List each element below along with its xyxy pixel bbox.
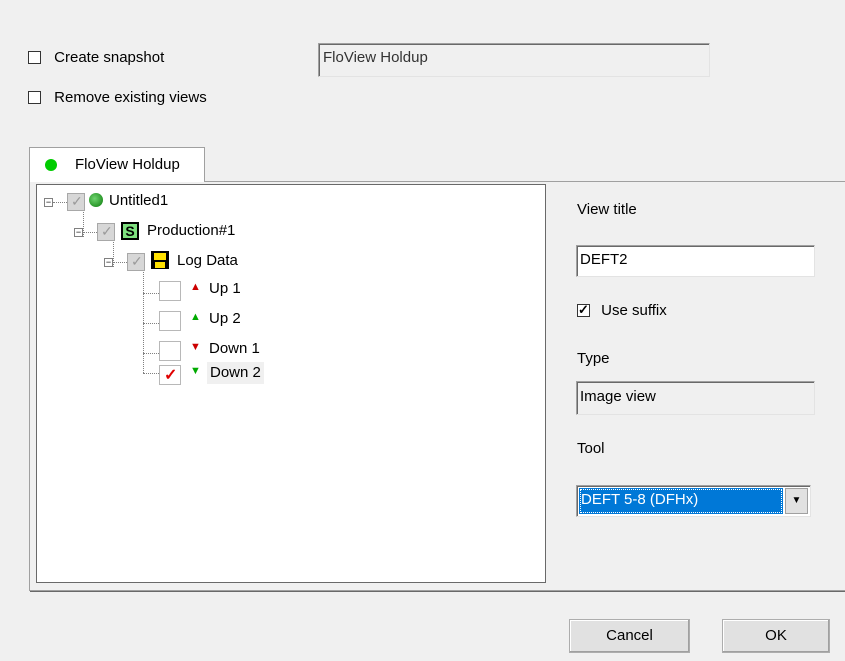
tree-view[interactable]: − ✓ Untitled1 − ✓ S Production#1 − ✓ Log… <box>36 184 546 583</box>
tab-floview-holdup[interactable]: FloView Holdup <box>29 147 205 182</box>
s-box-icon: S <box>121 222 139 240</box>
create-snapshot-option[interactable]: Create snapshot <box>28 49 164 66</box>
tree-item-untitled1[interactable]: Untitled1 <box>109 190 168 212</box>
remove-existing-views-label: Remove existing views <box>54 89 207 106</box>
view-title-input[interactable]: DEFT2 <box>576 245 815 277</box>
tree-item-label: Production#1 <box>147 222 236 239</box>
tree-item-label: Up 1 <box>209 280 241 297</box>
remove-existing-views-option[interactable]: Remove existing views <box>28 89 207 106</box>
tool-selected: DEFT 5-8 (DFHx) <box>579 488 783 514</box>
tree-checkbox-up2[interactable] <box>159 311 181 331</box>
tree-checkbox-production[interactable]: ✓ <box>97 223 115 241</box>
type-label: Type <box>577 350 610 367</box>
tree-item-label: Down 1 <box>209 340 260 357</box>
tree-item-production[interactable]: Production#1 <box>147 220 235 242</box>
create-snapshot-checkbox[interactable] <box>28 51 41 64</box>
tree-item-label: Down 2 <box>210 364 261 381</box>
type-value: Image view <box>580 388 656 405</box>
tree-item-label: Up 2 <box>209 310 241 327</box>
globe-icon <box>89 193 103 207</box>
tree-item-down2[interactable]: Down 2 <box>207 362 264 384</box>
status-dot-icon <box>45 159 57 171</box>
collapse-root-icon[interactable]: − <box>44 198 53 207</box>
cancel-button[interactable]: Cancel <box>569 619 690 653</box>
checkmark-icon: ✓ <box>164 367 178 384</box>
tree-item-up1[interactable]: Up 1 <box>209 278 241 300</box>
remove-existing-views-checkbox[interactable] <box>28 91 41 104</box>
tree-checkbox-up1[interactable] <box>159 281 181 301</box>
snapshot-name-field: FloView Holdup <box>318 43 710 77</box>
use-suffix-label: Use suffix <box>601 302 667 319</box>
view-title-label: View title <box>577 201 637 218</box>
tree-item-down1[interactable]: Down 1 <box>209 338 260 360</box>
type-field: Image view <box>576 381 815 415</box>
arrow-down-icon: ▼ <box>190 341 201 353</box>
tool-dropdown[interactable]: DEFT 5-8 (DFHx) ▼ <box>576 485 811 517</box>
arrow-up-icon: ▲ <box>190 311 201 323</box>
tree-item-label: Untitled1 <box>109 192 169 209</box>
chevron-down-icon[interactable]: ▼ <box>785 488 808 514</box>
tree-item-up2[interactable]: Up 2 <box>209 308 241 330</box>
arrow-down-icon: ▼ <box>190 365 201 377</box>
tree-item-label: Log Data <box>177 252 238 269</box>
tree-checkbox-down2[interactable]: ✓ <box>159 365 181 385</box>
floppy-disk-icon <box>151 251 169 269</box>
tree-item-logdata[interactable]: Log Data <box>177 250 238 272</box>
view-title-value: DEFT2 <box>580 251 628 268</box>
tool-label: Tool <box>577 440 605 457</box>
use-suffix-checkbox[interactable]: ✓ <box>577 302 590 317</box>
collapse-logdata-icon[interactable]: − <box>104 258 113 267</box>
ok-button[interactable]: OK <box>722 619 830 653</box>
create-snapshot-label: Create snapshot <box>54 49 165 66</box>
tree-checkbox-root[interactable]: ✓ <box>67 193 85 211</box>
use-suffix-option[interactable]: ✓ Use suffix <box>577 302 667 319</box>
arrow-up-icon: ▲ <box>190 281 201 293</box>
checkmark-icon: ✓ <box>578 302 589 317</box>
tab-label: FloView Holdup <box>75 156 180 173</box>
tree-checkbox-down1[interactable] <box>159 341 181 361</box>
tree-checkbox-logdata[interactable]: ✓ <box>127 253 145 271</box>
collapse-production-icon[interactable]: − <box>74 228 83 237</box>
snapshot-name-value: FloView Holdup <box>323 49 428 66</box>
